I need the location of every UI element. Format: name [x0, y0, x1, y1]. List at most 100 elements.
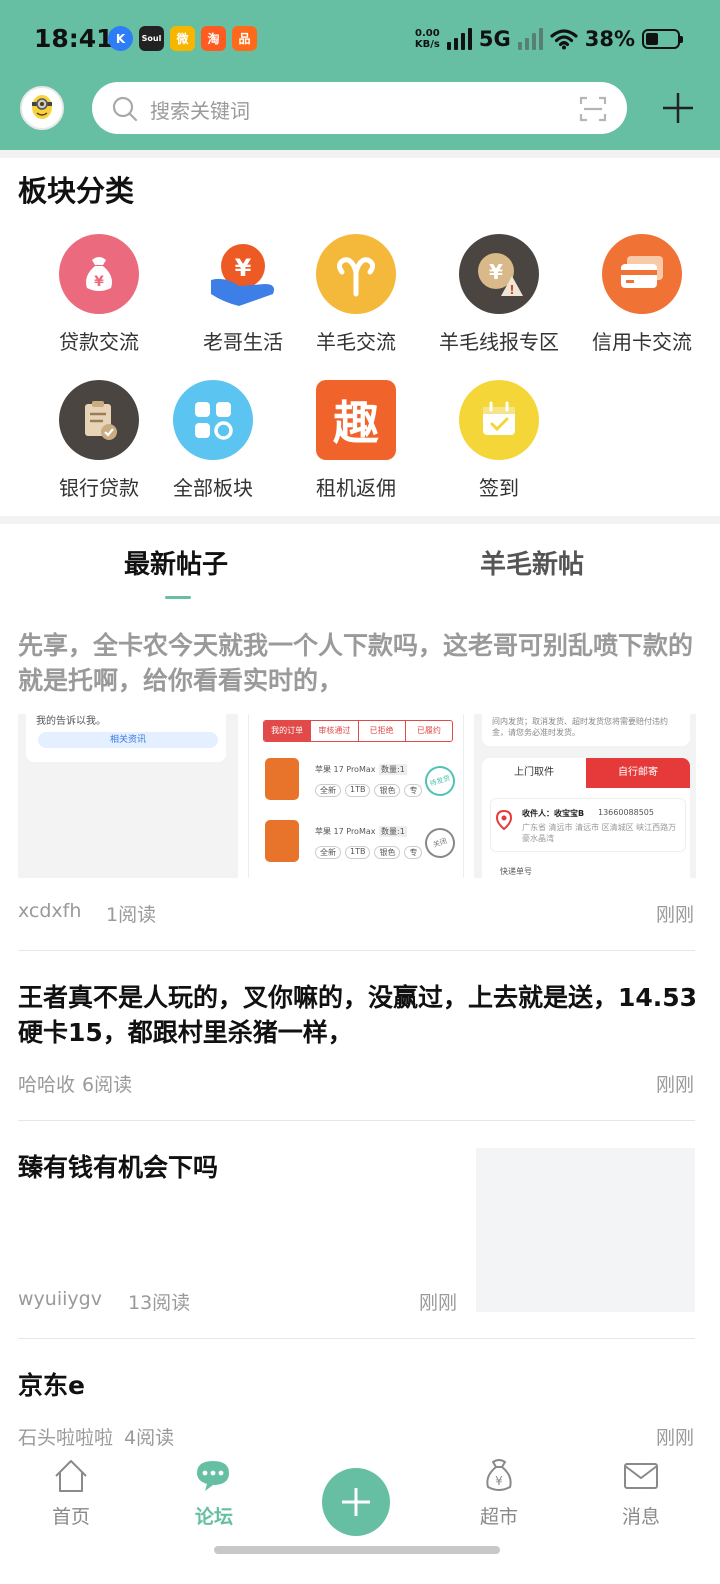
thumb-tag: 银色 [374, 846, 401, 859]
thumb-tag: 专 [404, 784, 423, 797]
taobao-icon: 淘 [201, 26, 226, 51]
coin-warning-icon: ¥! [459, 234, 539, 314]
post-image-3[interactable]: 间内发货；取消发货、超时发货您将需要赔付违约金，请您务必准时发货。 上门取件 自… [474, 714, 696, 878]
clipboard-check-icon [59, 380, 139, 460]
thumb-tag: 专 [404, 846, 423, 859]
signal-icon [446, 28, 472, 50]
calendar-check-icon [459, 380, 539, 460]
home-icon [55, 1460, 87, 1492]
post-divider [18, 1120, 695, 1121]
envelope-icon [624, 1463, 658, 1489]
category-rental-rebate[interactable]: 趣 租机返佣 [284, 380, 428, 501]
nav-market[interactable]: ¥ 超市 [449, 1456, 549, 1529]
status-right: 0.00 KB/s 5G 38% [415, 22, 683, 56]
post-add-button[interactable] [322, 1468, 390, 1536]
post-image-1[interactable]: 我的告诉以我。 相关资讯 [18, 714, 238, 878]
thumb-qty: 数量:1 [379, 826, 407, 837]
post-title[interactable]: 王者真不是人玩的，叉你嘛的，没赢过，上去就是送，14.53硬卡15，都跟村里杀猪… [18, 980, 698, 1050]
scan-icon[interactable] [579, 95, 607, 123]
post-title[interactable]: 先享，全卡农今天就我一个人下款吗，这老哥可别乱喷下款的就是托啊，给你看看实时的， [18, 628, 698, 698]
post-time: 刚刚 [655, 904, 694, 926]
thumb-address: 广东省 清远市 清远市 区清城区 峡江西路万豪水晶湾 [522, 823, 677, 843]
thumb-tab: 审核通过 [310, 721, 357, 741]
nav-label: 超市 [479, 1506, 518, 1528]
post-author[interactable]: 石头啦啦啦 [18, 1423, 113, 1450]
post-title[interactable]: 京东e [18, 1368, 698, 1403]
post-time: 刚刚 [655, 1074, 694, 1096]
svg-text:¥: ¥ [94, 274, 104, 290]
category-all-sections[interactable]: 全部板块 [141, 380, 285, 501]
category-label: 全部板块 [173, 476, 253, 500]
thumb-tag: 全新 [315, 846, 341, 859]
post-reads: 1阅读 [106, 904, 157, 926]
soul-app-icon: Soul [139, 26, 164, 51]
post-divider [18, 950, 695, 951]
post-title[interactable]: 臻有钱有机会下吗 [18, 1150, 458, 1185]
post-author[interactable]: 哈哈收 [18, 1070, 75, 1097]
section-divider [0, 516, 720, 524]
network-type: 5G [478, 27, 511, 51]
plus-icon [342, 1488, 370, 1516]
nav-forum[interactable]: 论坛 [164, 1456, 264, 1529]
search-icon [112, 96, 138, 122]
post-reads: 4阅读 [124, 1427, 175, 1449]
add-icon[interactable] [660, 90, 696, 126]
status-bar: 18:41 K Soul 微 淘 品 0.00 KB/s 5G 38% [0, 0, 720, 78]
category-sign-in[interactable]: 签到 [427, 380, 571, 501]
category-credit-card[interactable]: 信用卡交流 [570, 234, 714, 355]
top-header: 18:41 K Soul 微 淘 品 0.00 KB/s 5G 38% 搜索关键… [0, 0, 720, 150]
money-bag-icon: ¥ [59, 234, 139, 314]
search-placeholder: 搜索关键词 [150, 99, 250, 123]
status-time: 18:41 [34, 24, 114, 53]
credit-card-icon [602, 234, 682, 314]
post-image-2[interactable]: 我的订单 审核通过 已拒绝 已履约 苹果 17 ProMax 数量:1 全新 1… [248, 714, 464, 878]
stamp-closed: 关闭 [421, 824, 459, 862]
post-divider [18, 1338, 695, 1339]
nav-label: 论坛 [194, 1506, 233, 1528]
search-bar[interactable]: 搜索关键词 [92, 82, 627, 134]
wifi-icon [550, 29, 578, 50]
nav-label: 消息 [621, 1506, 660, 1528]
svg-text:¥: ¥ [489, 260, 503, 284]
post-time: 刚刚 [418, 1292, 457, 1314]
section-title: 板块分类 [18, 174, 135, 208]
category-wool-exchange[interactable]: 羊毛交流 [284, 234, 428, 355]
category-loan-exchange[interactable]: ¥ 贷款交流 [27, 234, 171, 355]
money-bag-outline-icon: ¥ [486, 1459, 512, 1491]
post-image-placeholder[interactable] [476, 1148, 695, 1312]
thumb-tab: 已履约 [404, 721, 452, 741]
battery-percent: 38% [584, 27, 635, 51]
ram-icon [316, 234, 396, 314]
minion-avatar-icon [32, 95, 52, 119]
thumb-tab: 我的订单 [264, 721, 311, 741]
home-indicator[interactable] [214, 1546, 500, 1554]
hand-coin-icon: ¥ [203, 234, 283, 314]
category-label: 羊毛线报专区 [439, 330, 559, 354]
tab-latest-posts[interactable]: 最新帖子 [124, 544, 228, 581]
thumb-express: 快递单号 [500, 867, 532, 876]
thumb-note: 间内发货；取消发货、超时发货您将需要赔付违约金，请您务必准时发货。 [492, 717, 668, 737]
category-label: 贷款交流 [59, 330, 139, 354]
section-divider [0, 150, 720, 158]
category-wool-news[interactable]: ¥! 羊毛线报专区 [427, 234, 571, 355]
svg-text:¥: ¥ [235, 254, 252, 282]
nav-messages[interactable]: 消息 [591, 1456, 691, 1529]
thumb-text: 我的告诉以我。 [36, 716, 106, 727]
net-speed-value: 0.00 [415, 28, 440, 39]
xiaohongshu-like-icon: 品 [232, 26, 257, 51]
chat-bubble-icon [197, 1461, 229, 1491]
post-author[interactable]: wyuiiygv [18, 1288, 102, 1310]
category-label: 签到 [479, 476, 519, 500]
thumb-receiver: 收件人：收宝宝B [522, 809, 585, 818]
post-author[interactable]: xcdxfh [18, 900, 81, 922]
avatar[interactable] [20, 86, 64, 130]
thumb-phone: 13660088505 [598, 808, 654, 817]
stamp-shipped: 待发货 [421, 762, 459, 800]
thumb-tab-pickup: 上门取件 [482, 758, 586, 788]
location-pin-icon [496, 810, 512, 830]
category-label: 信用卡交流 [592, 330, 692, 354]
thumb-tag: 银色 [374, 784, 401, 797]
nav-home[interactable]: 首页 [21, 1456, 121, 1529]
post-reads: 6阅读 [82, 1074, 133, 1096]
tab-wool-posts[interactable]: 羊毛新帖 [480, 544, 584, 581]
